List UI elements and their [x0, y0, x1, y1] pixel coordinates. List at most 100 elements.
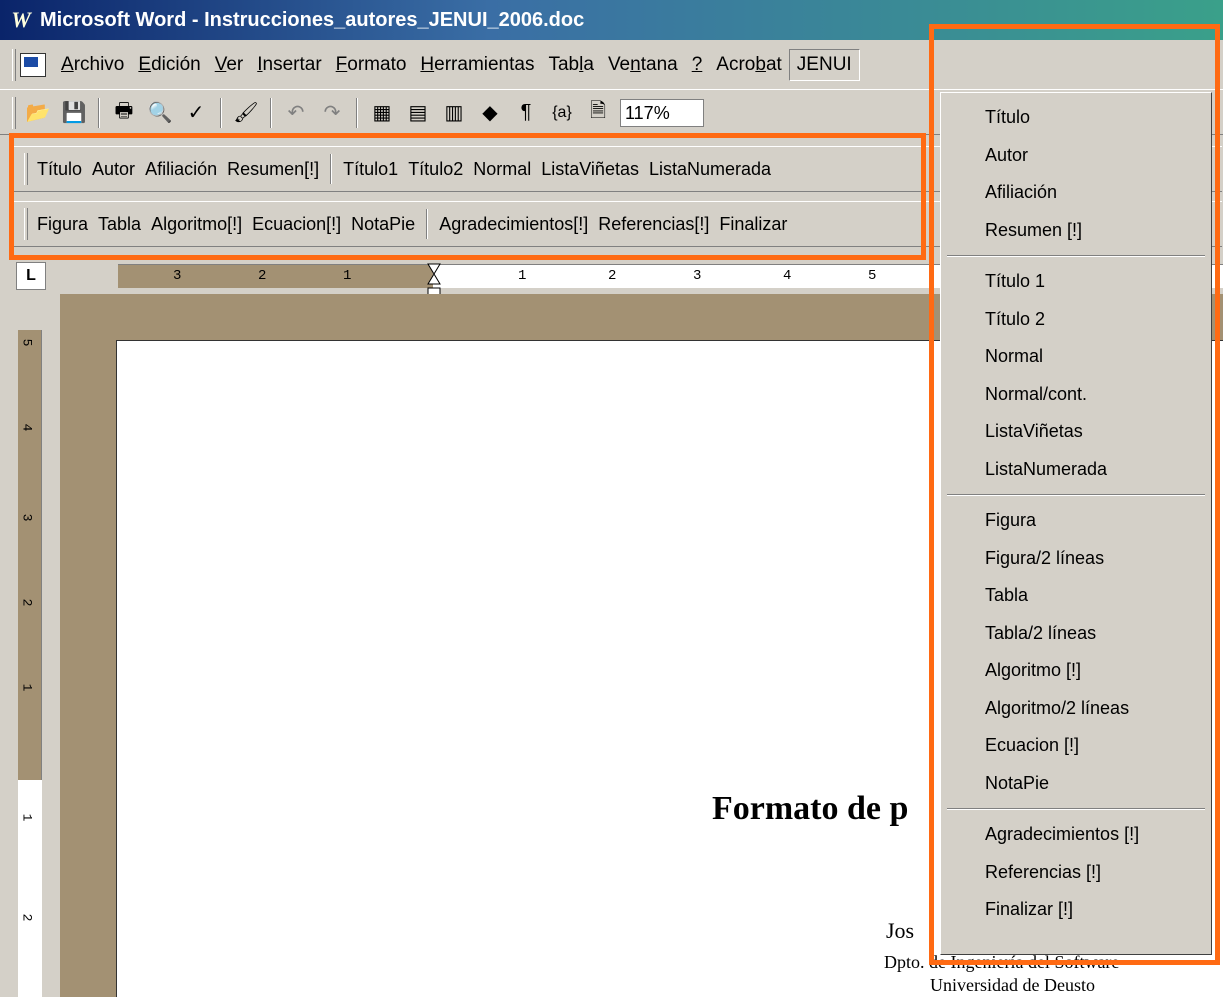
jenui-menu-item-referencias[interactable]: Referencias [!] — [941, 854, 1211, 892]
menu-formato[interactable]: Formato — [329, 50, 414, 80]
menu-acrobat[interactable]: Acrobat — [709, 50, 789, 80]
vertical-ruler-tick: 1 — [19, 683, 35, 692]
jenui-menu-item-algoritmo[interactable]: Algoritmo [!] — [941, 652, 1211, 690]
document-check-icon[interactable]: 🗎 — [583, 98, 613, 128]
style-button-tabla[interactable]: Tabla — [93, 210, 146, 238]
document-university: Universidad de Deusto — [930, 975, 1095, 995]
style-button-agradecimientos[interactable]: Agradecimientos[!] — [434, 210, 593, 238]
ruler-tick: 4 — [783, 268, 792, 284]
vertical-ruler-tick: 2 — [19, 598, 35, 607]
spelling-icon[interactable]: ✓ — [181, 98, 211, 128]
menu-label-part: Tab — [548, 53, 580, 75]
save-icon[interactable]: 💾 — [59, 98, 89, 128]
jenui-menu-item-listavinetas[interactable]: ListaViñetas — [941, 413, 1211, 451]
ruler-tick: 2 — [608, 268, 617, 284]
menu-label-part: ormato — [347, 53, 407, 75]
tables-borders-icon[interactable]: ▦ — [367, 98, 397, 128]
menu-edicion[interactable]: Edición — [131, 50, 207, 80]
insert-table-icon[interactable]: ▤ — [403, 98, 433, 128]
jenui-menu-item-algoritmo-2-lineas[interactable]: Algoritmo/2 líneas — [941, 690, 1211, 728]
word-icon[interactable]: W — [8, 7, 34, 33]
style-button-algoritmo[interactable]: Algoritmo[!] — [146, 210, 247, 238]
redo-icon[interactable]: ↷ — [317, 98, 347, 128]
jenui-menu-item-normal-cont[interactable]: Normal/cont. — [941, 376, 1211, 414]
menu-label-part: rchivo — [73, 53, 125, 75]
jenui-menu-item-autor[interactable]: Autor — [941, 137, 1211, 175]
jenui-menu-item-listanumerada[interactable]: ListaNumerada — [941, 451, 1211, 489]
style-button-titulo1[interactable]: Título1 — [338, 155, 403, 183]
style-button-notapie[interactable]: NotaPie — [346, 210, 420, 238]
menu-herramientas[interactable]: Herramientas — [413, 50, 541, 80]
open-folder-icon[interactable]: 📂 — [23, 98, 53, 128]
jenui-menu-item-titulo[interactable]: Título — [941, 99, 1211, 137]
print-preview-icon[interactable]: 🔍 — [145, 98, 175, 128]
menu-insertar[interactable]: Insertar — [250, 50, 328, 80]
style-button-normal[interactable]: Normal — [468, 155, 536, 183]
jenui-menu-item-agradecimientos[interactable]: Agradecimientos [!] — [941, 816, 1211, 854]
print-icon[interactable]: 🖶 — [109, 98, 139, 128]
menu-label-part: tana — [640, 53, 678, 75]
tab-selector[interactable]: L — [16, 262, 46, 290]
menu-tabla[interactable]: Tabla — [541, 50, 600, 80]
stylebar-grip[interactable] — [24, 153, 28, 185]
jenui-menu-item-ecuacion[interactable]: Ecuacion [!] — [941, 727, 1211, 765]
jenui-menu-item-figura[interactable]: Figura — [941, 502, 1211, 540]
menu-separator — [947, 255, 1205, 257]
field-codes-icon[interactable]: {a} — [547, 98, 577, 128]
title-bar: W Microsoft Word - Instrucciones_autores… — [0, 0, 1223, 40]
menu-accelerator: A — [61, 53, 74, 75]
menu-label-part: dición — [151, 53, 201, 75]
style-button-afiliacion[interactable]: Afiliación — [140, 155, 222, 183]
jenui-menu-item-afiliacion[interactable]: Afiliación — [941, 174, 1211, 212]
jenui-menu-item-resumen[interactable]: Resumen [!] — [941, 212, 1211, 250]
style-button-listavinetas[interactable]: ListaViñetas — [536, 155, 644, 183]
menu-label-part: er — [226, 53, 244, 75]
menu-accelerator: b — [755, 53, 766, 75]
toolbar-grip[interactable] — [12, 96, 16, 129]
menu-accelerator: E — [138, 53, 152, 75]
style-button-ecuacion[interactable]: Ecuacion[!] — [247, 210, 346, 238]
style-button-autor[interactable]: Autor — [87, 155, 140, 183]
window-title: Microsoft Word - Instrucciones_autores_J… — [40, 8, 585, 31]
jenui-menu-item-tabla[interactable]: Tabla — [941, 577, 1211, 615]
insert-excel-icon[interactable]: ▥ — [439, 98, 469, 128]
style-button-finalizar[interactable]: Finalizar — [714, 210, 792, 238]
vertical-ruler[interactable]: 5 4 3 2 1 1 2 — [18, 330, 42, 997]
ruler-margin — [118, 265, 433, 288]
menu-jenui[interactable]: JENUI — [788, 48, 860, 81]
stylebar-separator — [426, 209, 429, 239]
show-hide-icon[interactable]: ¶ — [511, 98, 541, 128]
menu-label-part: Ve — [607, 53, 631, 75]
undo-icon[interactable]: ↶ — [281, 98, 311, 128]
toolbar-separator — [220, 97, 222, 128]
style-button-titulo2[interactable]: Título2 — [403, 155, 468, 183]
style-button-referencias[interactable]: Referencias[!] — [593, 210, 714, 238]
stylebar-grip[interactable] — [24, 208, 28, 240]
stylebar-separator — [330, 154, 333, 184]
format-painter-icon[interactable]: 🖌 — [231, 98, 261, 128]
jenui-menu-item-normal[interactable]: Normal — [941, 338, 1211, 376]
ruler-tick: 1 — [343, 268, 352, 284]
jenui-menu-item-titulo-2[interactable]: Título 2 — [941, 301, 1211, 339]
jenui-menu-item-finalizar[interactable]: Finalizar [!] — [941, 891, 1211, 929]
jenui-menu-item-figura-2-lineas[interactable]: Figura/2 líneas — [941, 540, 1211, 578]
vertical-ruler-tick: 4 — [19, 423, 35, 432]
ruler-tick: 3 — [173, 268, 182, 284]
menu-archivo[interactable]: Archivo — [54, 50, 131, 80]
zoom-select[interactable]: 117% — [620, 98, 704, 127]
menu-accelerator: n — [630, 53, 641, 75]
style-button-listanumerada[interactable]: ListaNumerada — [644, 155, 776, 183]
drawing-icon[interactable]: ◆ — [475, 98, 505, 128]
style-button-titulo[interactable]: Título — [32, 155, 87, 183]
jenui-menu-item-notapie[interactable]: NotaPie — [941, 765, 1211, 803]
menu-accelerator: F — [335, 53, 348, 75]
style-button-figura[interactable]: Figura — [32, 210, 93, 238]
style-button-resumen[interactable]: Resumen[!] — [222, 155, 324, 183]
jenui-menu-item-titulo-1[interactable]: Título 1 — [941, 263, 1211, 301]
document-icon[interactable] — [20, 52, 46, 77]
menu-help[interactable]: ? — [685, 50, 710, 80]
menubar-grip[interactable] — [12, 48, 16, 81]
menu-ventana[interactable]: Ventana — [601, 50, 685, 80]
menu-ver[interactable]: Ver — [208, 50, 251, 80]
jenui-menu-item-tabla-2-lineas[interactable]: Tabla/2 líneas — [941, 615, 1211, 653]
